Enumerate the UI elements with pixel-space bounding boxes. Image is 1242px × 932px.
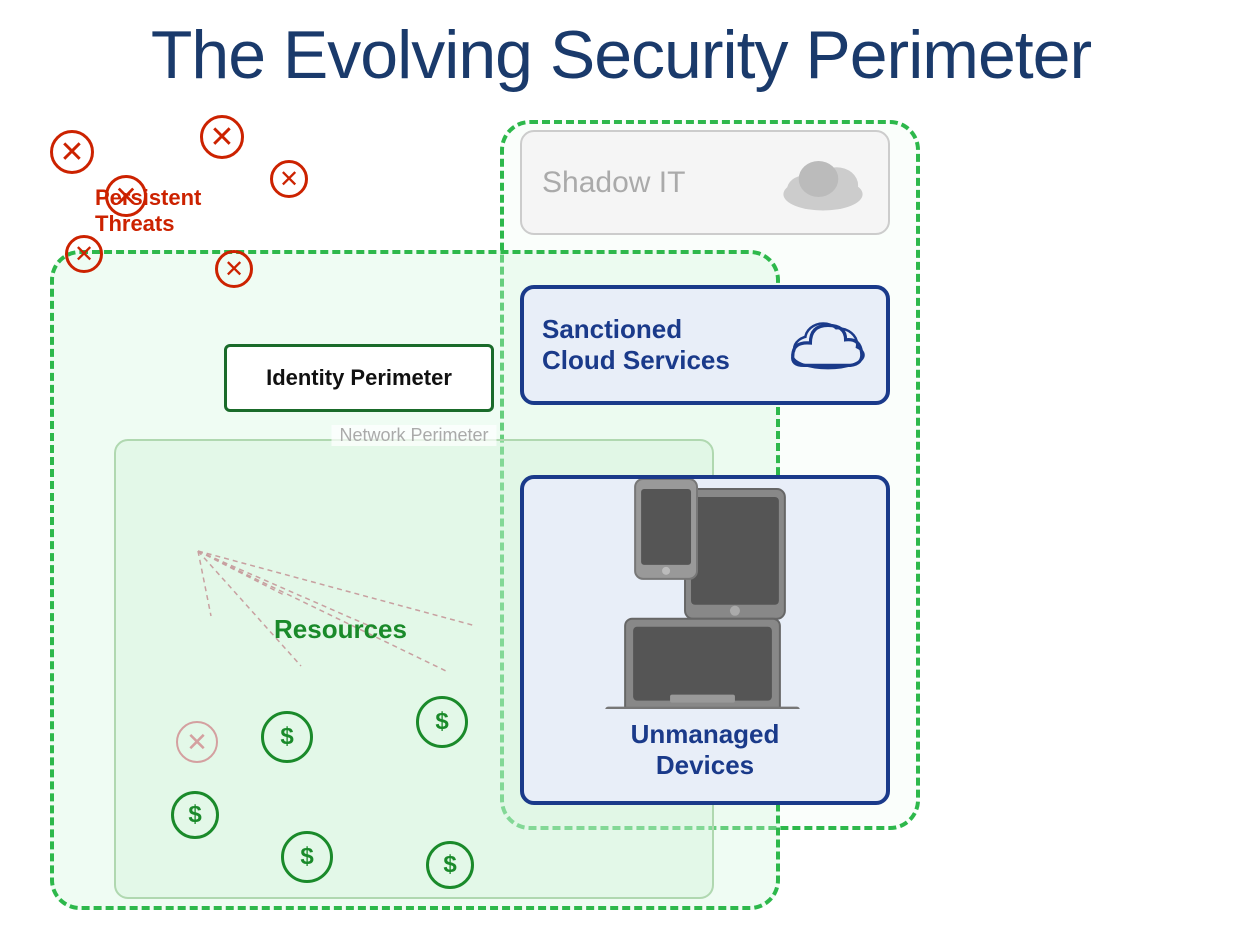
shadow-it-box: Shadow IT [520, 130, 890, 235]
threat-x-3: ✕ [270, 160, 308, 198]
unmanaged-devices-box: Unmanaged Devices [520, 475, 890, 805]
identity-perimeter-label: Identity Perimeter [266, 365, 452, 391]
unmanaged-devices-label: Unmanaged Devices [631, 719, 780, 781]
resource-dollar-3: $ [416, 696, 468, 748]
persistent-threats-label: Persistent Threats [95, 185, 201, 238]
threat-x-5: ✕ [215, 250, 253, 288]
sanctioned-cloud-box: Sanctioned Cloud Services [520, 285, 890, 405]
sanctioned-cloud-label: Sanctioned Cloud Services [542, 314, 774, 376]
network-perimeter-label: Network Perimeter [331, 425, 496, 446]
shadow-cloud-icon [778, 153, 868, 213]
faded-threat-icon: ✕ [176, 721, 218, 763]
resource-dollar-2: $ [261, 711, 313, 763]
shadow-it-label: Shadow IT [542, 166, 766, 200]
resources-label: Resources [274, 614, 407, 645]
threats-area: ✕ ✕ ✕ ✕ ✕ ✕ Persistent Threats [40, 120, 270, 320]
resource-dollar-1: $ [171, 791, 219, 839]
threat-x-2: ✕ [200, 115, 244, 159]
cloud-blue-icon [788, 315, 868, 375]
threat-x-1: ✕ [50, 130, 94, 174]
resource-dollar-5: $ [281, 831, 333, 883]
diagram-area: Network Perimeter ✕ $ $ $ $ $ $ Resource… [30, 120, 1212, 920]
devices-icon [605, 479, 805, 709]
page-title: The Evolving Security Perimeter [0, 0, 1242, 93]
identity-perimeter-box: Identity Perimeter [224, 344, 494, 412]
threat-x-4: ✕ [65, 235, 103, 273]
resource-dollar-6: $ [426, 841, 474, 889]
